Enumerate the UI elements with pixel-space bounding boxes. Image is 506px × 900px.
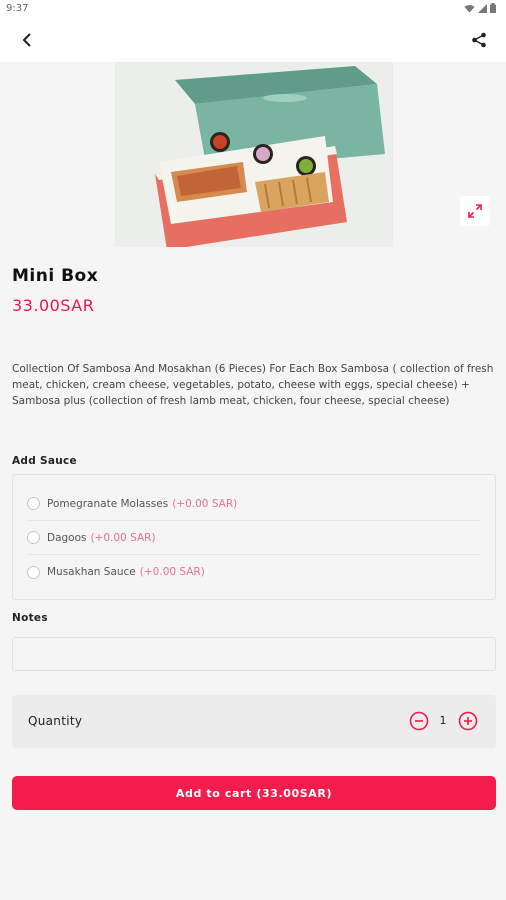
signal-icon <box>478 3 487 16</box>
back-button[interactable] <box>14 28 40 52</box>
status-icons <box>464 3 496 16</box>
sauce-option-price: (+0.00 SAR) <box>90 531 156 544</box>
notes-input[interactable] <box>12 637 496 671</box>
sauce-option-dagoos[interactable]: Dagoos (+0.00 SAR) <box>27 521 479 555</box>
add-to-cart-button[interactable]: Add to cart (33.00SAR) <box>12 776 496 810</box>
radio-button[interactable] <box>27 497 40 510</box>
sauce-options-box: Pomegranate Molasses (+0.00 SAR) Dagoos … <box>12 474 496 600</box>
wifi-icon <box>464 4 475 16</box>
product-image <box>115 62 393 247</box>
add-sauce-label: Add Sauce <box>12 455 77 467</box>
share-icon <box>472 32 486 48</box>
minus-circle-icon[interactable] <box>409 711 429 731</box>
sauce-option-price: (+0.00 SAR) <box>172 497 238 510</box>
quantity-label: Quantity <box>28 714 83 728</box>
quantity-stepper: Quantity 1 <box>12 695 496 748</box>
sauce-option-name: Dagoos <box>47 531 87 544</box>
radio-button[interactable] <box>27 531 40 544</box>
battery-icon <box>490 3 496 16</box>
product-price: 33.00SAR <box>12 296 95 315</box>
sauce-option-price: (+0.00 SAR) <box>139 566 205 578</box>
sauce-option-pomegranate-molasses[interactable]: Pomegranate Molasses (+0.00 SAR) <box>27 487 479 521</box>
expand-icon <box>468 204 482 218</box>
sauce-option-name: Pomegranate Molasses <box>47 497 169 510</box>
expand-image-button[interactable] <box>460 196 490 226</box>
status-bar: 9:37 <box>0 0 506 18</box>
chevron-left-icon <box>22 33 31 47</box>
product-title: Mini Box <box>12 266 99 286</box>
share-button[interactable] <box>466 28 492 52</box>
radio-button[interactable] <box>27 565 40 579</box>
sauce-option-musakhan-sauce[interactable]: Musakhan Sauce (+0.00 SAR) <box>27 555 479 589</box>
sauce-option-name: Musakhan Sauce <box>47 566 136 578</box>
plus-circle-icon[interactable] <box>458 711 478 731</box>
notes-label: Notes <box>12 612 48 624</box>
quantity-value: 1 <box>439 714 447 727</box>
status-time: 9:37 <box>6 3 29 14</box>
product-description: Collection Of Sambosa And Mosakhan (6 Pi… <box>12 363 494 407</box>
app-bar <box>0 18 506 62</box>
